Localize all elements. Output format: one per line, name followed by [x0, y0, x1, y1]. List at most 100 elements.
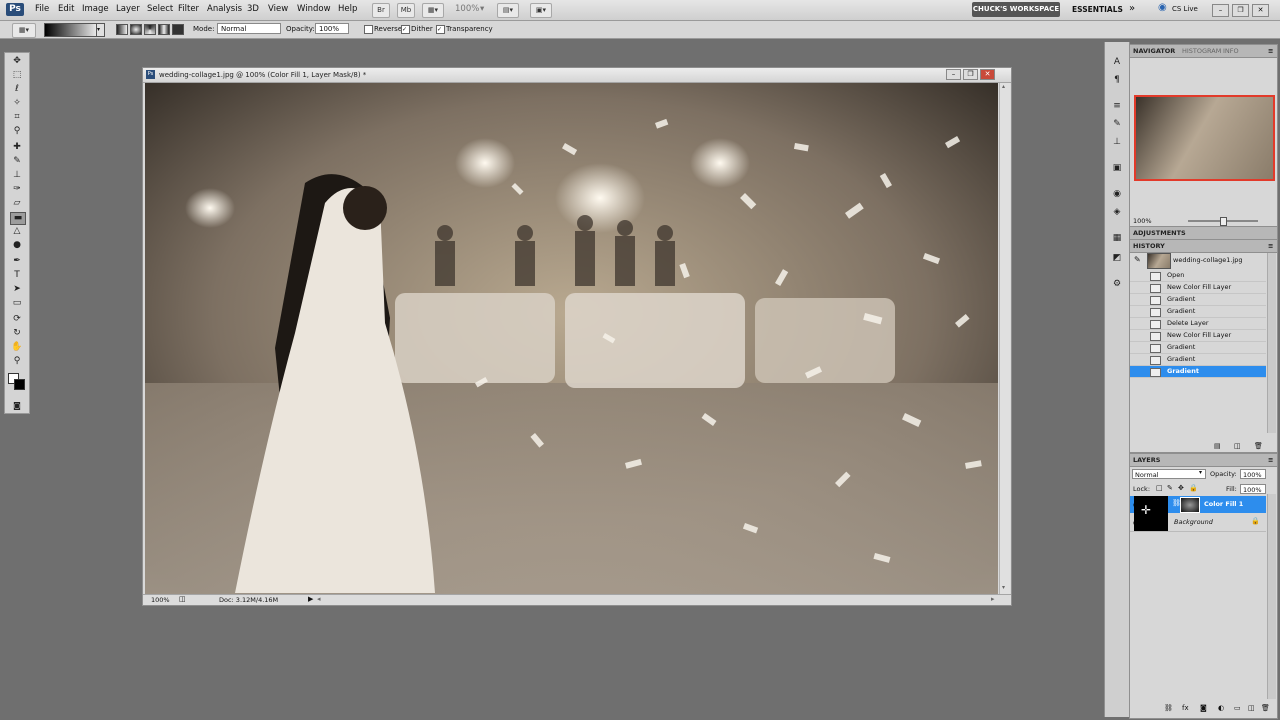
- new-layer-icon[interactable]: ◫: [1248, 704, 1255, 712]
- tab-histogram[interactable]: HISTOGRAM: [1182, 47, 1221, 55]
- adjustment-layer-icon[interactable]: ◐: [1218, 704, 1224, 712]
- extras-icon[interactable]: ▦▾: [422, 3, 444, 18]
- snapshot-label[interactable]: wedding-collage1.jpg: [1173, 256, 1243, 264]
- close-icon[interactable]: ✕: [1252, 4, 1269, 17]
- mini-bridge-icon[interactable]: Mb: [397, 3, 415, 18]
- zoom-tool-icon[interactable]: ⚲: [10, 356, 24, 367]
- channels-panel-icon[interactable]: ◉: [1110, 188, 1124, 200]
- trash-icon[interactable]: 🗑: [1261, 704, 1270, 712]
- trash-icon[interactable]: 🗑: [1254, 442, 1263, 450]
- snapshot-thumbnail[interactable]: [1147, 253, 1171, 269]
- brush-panel-icon[interactable]: ✎: [1110, 118, 1124, 130]
- cs-live-icon[interactable]: ◉: [1158, 2, 1167, 13]
- reverse-checkbox[interactable]: [364, 25, 373, 34]
- add-mask-icon[interactable]: ◙: [1200, 704, 1207, 712]
- brush-tool-icon[interactable]: ✎: [10, 156, 24, 167]
- scroll-right-icon[interactable]: ▸: [991, 595, 995, 603]
- menu-view[interactable]: View: [268, 4, 288, 14]
- tab-history[interactable]: HISTORY: [1133, 242, 1165, 250]
- scroll-up-icon[interactable]: ▴: [1002, 83, 1005, 90]
- vertical-scrollbar[interactable]: ▴ ▾: [999, 83, 1010, 594]
- tab-navigator[interactable]: NAVIGATOR: [1133, 47, 1175, 55]
- cs-live-button[interactable]: CS Live: [1172, 5, 1198, 13]
- eraser-tool-icon[interactable]: ▱: [10, 198, 24, 209]
- zoom-level[interactable]: 100%: [455, 4, 479, 14]
- restore-icon[interactable]: ❐: [1232, 4, 1249, 17]
- marquee-tool-icon[interactable]: ⬚: [10, 70, 24, 81]
- panel-menu-icon[interactable]: ≡: [1268, 47, 1273, 55]
- clone-source-icon[interactable]: ⊥: [1110, 136, 1124, 148]
- quick-mask-icon[interactable]: ◙: [10, 400, 24, 411]
- navigator-thumbnail[interactable]: [1134, 95, 1275, 181]
- quick-select-tool-icon[interactable]: ✧: [10, 98, 24, 109]
- crop-tool-icon[interactable]: ⌗: [10, 112, 24, 123]
- status-menu-arrow-icon[interactable]: ▶: [308, 595, 313, 603]
- menu-file[interactable]: File: [35, 4, 49, 14]
- layer-style-icon[interactable]: fx: [1182, 704, 1189, 712]
- styles-panel-icon[interactable]: ◩: [1110, 252, 1124, 264]
- document-title-bar[interactable]: Ps wedding-collage1.jpg @ 100% (Color Fi…: [143, 68, 1011, 83]
- pen-tool-icon[interactable]: ✒: [10, 256, 24, 267]
- actions-panel-icon[interactable]: ⚙: [1110, 278, 1124, 290]
- navigator-zoom[interactable]: 100%: [1133, 217, 1152, 225]
- transparency-checkbox[interactable]: ✓: [436, 25, 445, 34]
- mode-select[interactable]: Normal: [217, 23, 281, 34]
- 3d-panel-icon[interactable]: ▣: [1110, 162, 1124, 174]
- history-brush-source-icon[interactable]: ✎: [1134, 255, 1144, 265]
- menu-analysis[interactable]: Analysis: [207, 4, 242, 14]
- status-zoom[interactable]: 100%: [151, 596, 170, 604]
- blend-mode-select[interactable]: Normal: [1132, 469, 1206, 479]
- minimize-icon[interactable]: –: [1212, 4, 1229, 17]
- scroll-left-icon[interactable]: ◂: [317, 595, 321, 603]
- hand-tool-icon[interactable]: ✋: [10, 342, 24, 353]
- history-item[interactable]: Delete Layer: [1130, 318, 1266, 330]
- panel-menu-icon[interactable]: ≡: [1268, 242, 1273, 250]
- menu-filter[interactable]: Filter: [178, 4, 199, 14]
- background-color-swatch[interactable]: [14, 379, 25, 390]
- dither-checkbox[interactable]: ✓: [401, 25, 410, 34]
- canvas-image[interactable]: [145, 83, 998, 594]
- tool-preset-icon[interactable]: ▦▾: [12, 23, 36, 38]
- linear-gradient-icon[interactable]: [116, 24, 128, 35]
- arrange-documents-icon[interactable]: ▤▾: [497, 3, 519, 18]
- zoom-slider-thumb[interactable]: [1220, 217, 1227, 226]
- history-item-selected[interactable]: Gradient: [1130, 366, 1266, 378]
- tab-info[interactable]: INFO: [1223, 47, 1239, 55]
- bridge-icon[interactable]: Br: [372, 3, 390, 18]
- history-item[interactable]: New Color Fill Layer: [1130, 282, 1266, 294]
- healing-brush-tool-icon[interactable]: ✚: [10, 142, 24, 153]
- history-item[interactable]: Open: [1130, 270, 1266, 282]
- new-snapshot-icon[interactable]: ◫: [1234, 442, 1241, 450]
- clone-stamp-tool-icon[interactable]: ⊥: [10, 170, 24, 181]
- history-item[interactable]: New Color Fill Layer: [1130, 330, 1266, 342]
- swatches-panel-icon[interactable]: ▦: [1110, 232, 1124, 244]
- history-item[interactable]: Gradient: [1130, 294, 1266, 306]
- lock-position-icon[interactable]: ✥: [1178, 484, 1184, 492]
- history-item[interactable]: Gradient: [1130, 342, 1266, 354]
- gradient-tool-icon[interactable]: ▬: [10, 212, 26, 225]
- new-group-icon[interactable]: ▭: [1234, 704, 1241, 712]
- radial-gradient-icon[interactable]: [130, 24, 142, 35]
- doc-close-icon[interactable]: ✕: [980, 69, 995, 80]
- menu-edit[interactable]: Edit: [58, 4, 74, 14]
- menu-image[interactable]: Image: [82, 4, 109, 14]
- scroll-down-icon[interactable]: ▾: [1002, 584, 1005, 591]
- status-icon[interactable]: ◫: [179, 595, 186, 603]
- reflected-gradient-icon[interactable]: [158, 24, 170, 35]
- doc-minimize-icon[interactable]: –: [946, 69, 961, 80]
- brush-presets-icon[interactable]: ≡: [1110, 100, 1124, 112]
- layer-opacity-field[interactable]: 100%: [1240, 469, 1266, 479]
- eyedropper-tool-icon[interactable]: ⚲: [10, 126, 24, 137]
- lasso-tool-icon[interactable]: ℓ: [10, 84, 24, 95]
- type-tool-icon[interactable]: T: [10, 270, 24, 281]
- menu-3d[interactable]: 3D: [247, 4, 259, 14]
- fill-field[interactable]: 100%: [1240, 484, 1266, 494]
- chevron-down-icon[interactable]: ▾: [1199, 469, 1202, 476]
- tab-adjustments[interactable]: ADJUSTMENTS: [1133, 229, 1186, 237]
- workspace-button[interactable]: CHUCK'S WORKSPACE: [972, 2, 1060, 17]
- history-item[interactable]: Gradient: [1130, 306, 1266, 318]
- diamond-gradient-icon[interactable]: [172, 24, 184, 35]
- menu-help[interactable]: Help: [338, 4, 357, 14]
- move-tool-icon[interactable]: ✥: [10, 56, 24, 67]
- panel-menu-icon[interactable]: ≡: [1268, 456, 1273, 464]
